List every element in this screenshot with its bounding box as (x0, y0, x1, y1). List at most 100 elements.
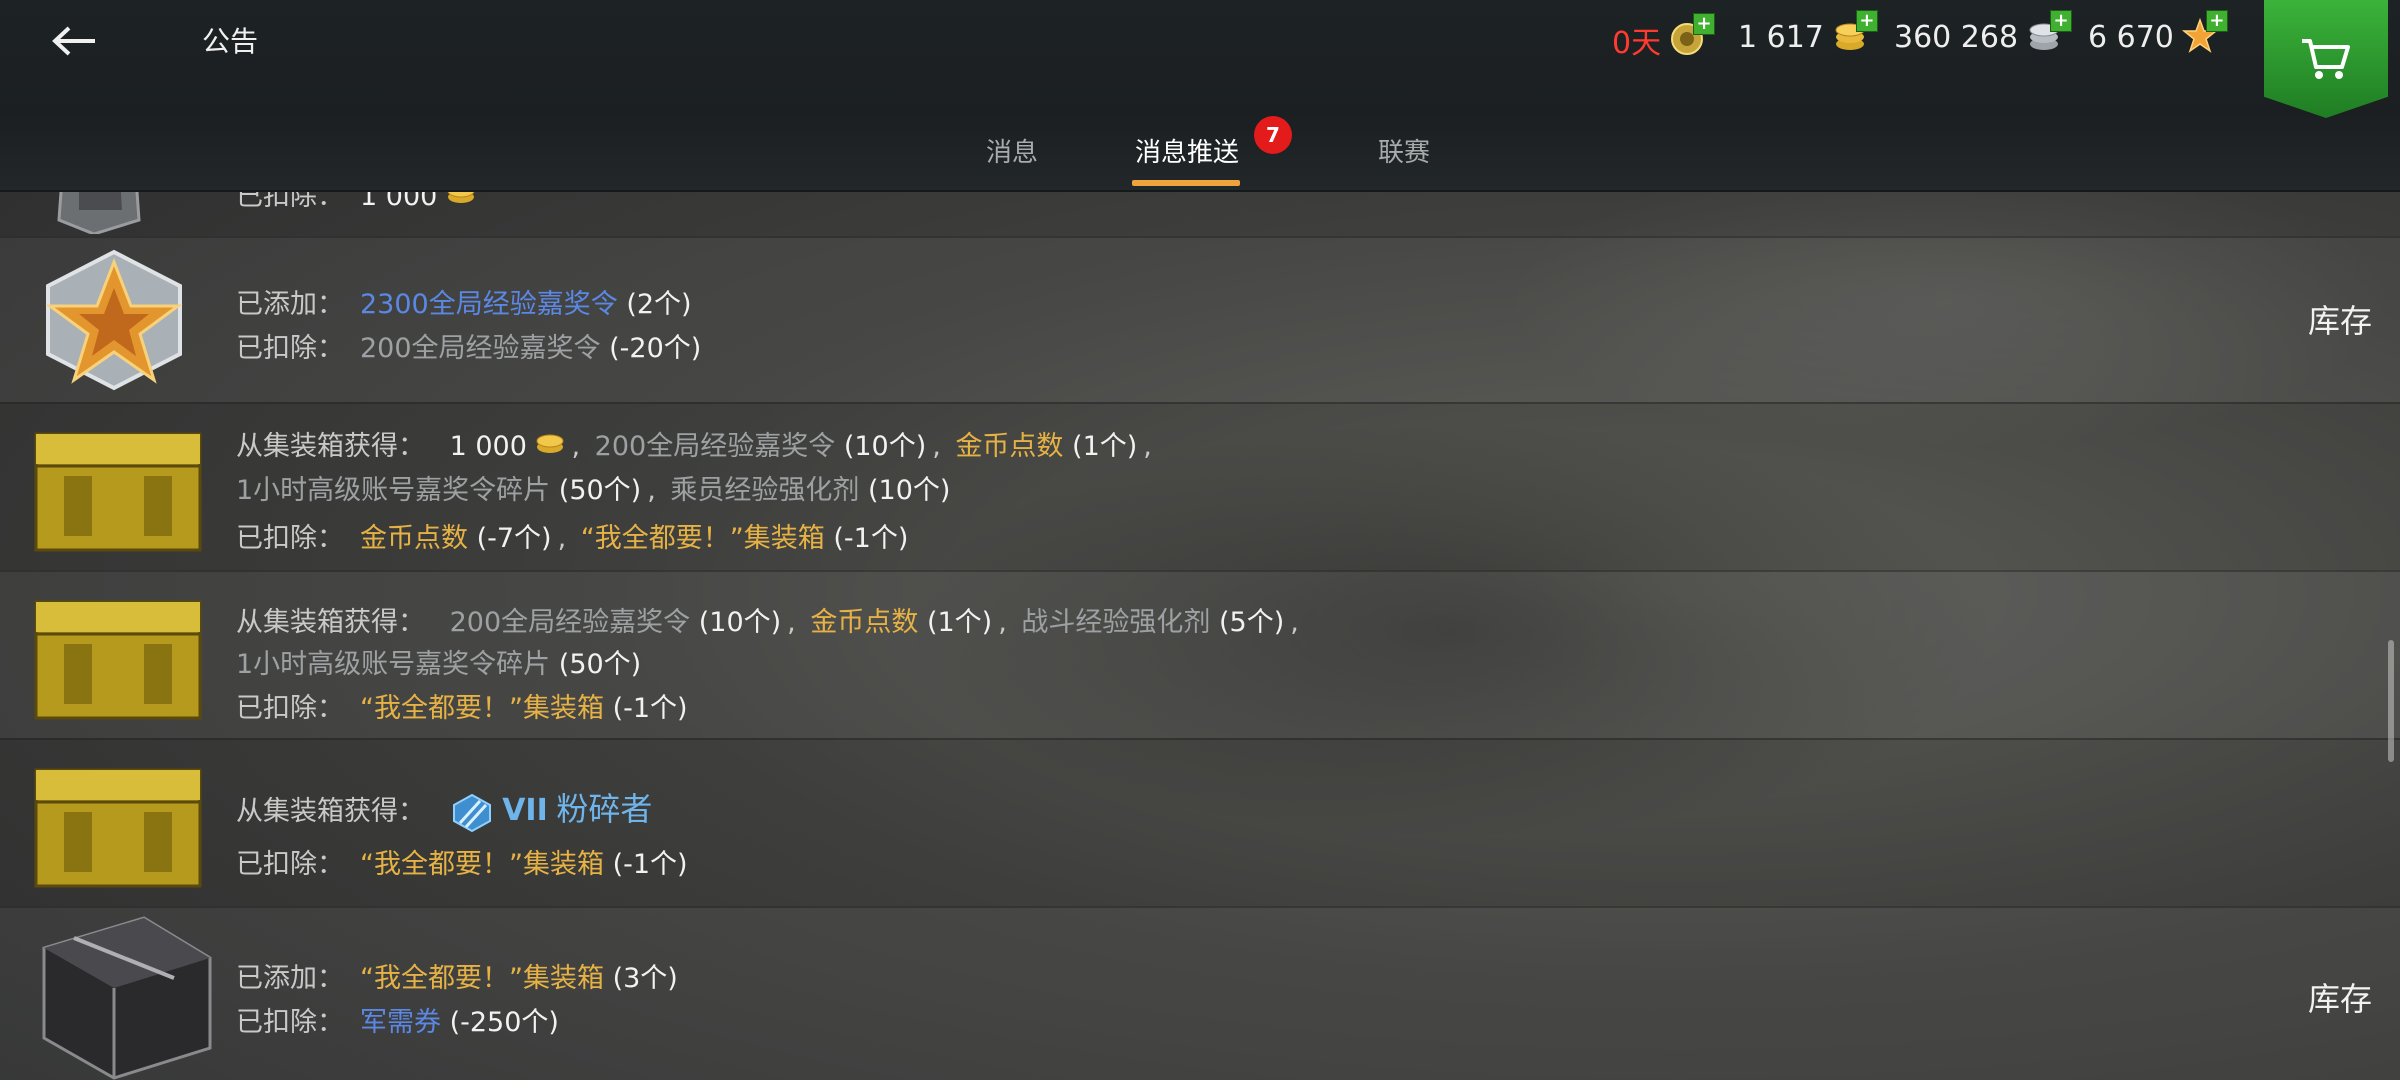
shop-button[interactable] (2264, 0, 2388, 118)
free-xp-value: 6 670 (2088, 19, 2174, 55)
deducted-item: 军需券 (360, 1007, 441, 1038)
scrollbar[interactable] (2388, 640, 2394, 762)
reward-qty: (5个) (1218, 607, 1285, 638)
deducted-qty: (-250个) (449, 1007, 559, 1038)
list-item[interactable]: 从集装箱获得： VII 粉碎者 已扣除： “我全都要！”集装箱 (-1个) (0, 738, 2400, 908)
credits-value: 360 268 (1894, 19, 2019, 55)
container-crate-icon (34, 432, 202, 552)
added-label: 已添加： (236, 963, 344, 994)
notification-badge: 7 (1254, 116, 1292, 154)
credits-balance[interactable]: 360 268 + (1894, 10, 2073, 56)
deducted-item: 金币点数 (360, 523, 468, 554)
added-item: “我全都要！”集装箱 (360, 963, 604, 994)
add-icon: + (2205, 10, 2228, 32)
add-icon: + (2050, 10, 2073, 32)
obtained-line-2: 1小时高级账号嘉奖令碎片 (50个) (236, 642, 641, 681)
cart-icon (2302, 39, 2350, 79)
top-bar: 公告 0天 + 1 617 + 360 268 + 6 670 + 消息 消息推… (0, 0, 2400, 192)
coins-value: 1 000 (449, 431, 527, 462)
coins-value: 1 000 (360, 190, 438, 212)
deducted-item: “我全都要！”集装箱 (360, 849, 604, 880)
reward-item: 200全局经验嘉奖令 (594, 431, 836, 462)
back-button[interactable] (40, 10, 110, 72)
deducted-qty: (-20个) (609, 333, 702, 364)
reward-item: 金币点数 (955, 431, 1064, 462)
obtained-line-1: 从集装箱获得： 1 000 , 200全局经验嘉奖令 (10个), 金币点数 (… (236, 431, 1152, 462)
medal-icon (57, 190, 141, 234)
reward-item: 1小时高级账号嘉奖令碎片 (236, 649, 551, 680)
deducted-line: 已扣除： 军需券 (-250个) (236, 1000, 559, 1039)
gold-coins-icon: + (1832, 10, 1878, 56)
reward-qty: (50个) (558, 475, 642, 506)
coin-icon (536, 434, 564, 453)
reward-qty: (10个) (868, 475, 951, 506)
deducted-item: “我全都要！”集装箱 (580, 523, 825, 554)
deducted-line: 已扣除： 金币点数 (-7个), “我全都要！”集装箱 (-1个) (236, 523, 909, 554)
inventory-button[interactable]: 库存 (2308, 974, 2372, 1020)
gold-value: 1 617 (1738, 19, 1824, 55)
free-xp-balance[interactable]: 6 670 + (2088, 10, 2228, 56)
vehicle-tier: VII (502, 793, 548, 828)
reward-item: 1小时高级账号嘉奖令碎片 (236, 475, 551, 506)
reward-qty: (10个) (843, 431, 927, 462)
premium-days[interactable]: 0天 + (1612, 13, 1716, 62)
added-line: 已添加： “我全都要！”集装箱 (3个) (236, 956, 678, 995)
add-icon: + (1855, 10, 1878, 32)
reward-item: 战斗经验强化剂 (1021, 607, 1211, 638)
coin-icon (447, 190, 475, 203)
deducted-line: 已扣除： “我全都要！”集装箱 (-1个) (236, 686, 688, 725)
list-item[interactable]: 从集装箱获得： 1 000 , 200全局经验嘉奖令 (10个), 金币点数 (… (0, 402, 2400, 572)
deducted-label: 已扣除： (236, 523, 344, 554)
deducted-label: 已扣除： (236, 849, 344, 880)
reward-qty: (1个) (926, 607, 993, 638)
star-medal-icon (45, 249, 183, 391)
premium-days-value: 0天 (1612, 26, 1662, 61)
gold-balance[interactable]: 1 617 + (1738, 10, 1878, 56)
obtained-label: 从集装箱获得： (236, 796, 425, 827)
silver-coins-icon: + (2026, 10, 2073, 56)
deducted-item: 200全局经验嘉奖令 (360, 333, 601, 364)
added-qty: (2个) (626, 289, 692, 320)
tab-league[interactable]: 联赛 (1378, 132, 1430, 169)
reward-item: 200全局经验嘉奖令 (449, 607, 691, 638)
tab-push-messages[interactable]: 消息推送 (1135, 132, 1239, 169)
deducted-label: 已扣除： (236, 693, 344, 724)
premium-icon: + (1669, 13, 1716, 59)
obtained-line-2: 1小时高级账号嘉奖令碎片 (50个), 乘员经验强化剂 (10个) (236, 475, 951, 506)
inventory-button[interactable]: 库存 (2308, 296, 2372, 342)
vehicle-name: 粉碎者 (556, 790, 653, 828)
deducted-label: 已扣除： (236, 333, 344, 364)
deducted-qty: (-1个) (612, 849, 688, 880)
list-item[interactable]: 已扣除： 1 000 (0, 190, 2400, 238)
list-item[interactable]: 从集装箱获得： 200全局经验嘉奖令 (10个), 金币点数 (1个), 战斗经… (0, 570, 2400, 740)
deducted-line: 已扣除： 1 000 (236, 190, 476, 213)
added-label: 已添加： (236, 289, 344, 320)
black-container-icon (42, 916, 212, 1080)
deducted-line: 已扣除： 200全局经验嘉奖令 (-20个) (236, 326, 701, 365)
deducted-label: 已扣除： (236, 190, 344, 212)
notification-list[interactable]: 已扣除： 1 000 已添加： 2300全局经验嘉奖令 (2个) 已扣除： 200全局… (0, 190, 2400, 1080)
tank-class-icon (452, 793, 491, 832)
obtained-line-1: 从集装箱获得： 200全局经验嘉奖令 (10个), 金币点数 (1个), 战斗经… (236, 607, 1299, 638)
reward-qty: (50个) (558, 649, 642, 680)
reward-item: 乘员经验强化剂 (670, 475, 860, 506)
list-item[interactable]: 已添加： 2300全局经验嘉奖令 (2个) 已扣除： 200全局经验嘉奖令 (-20… (0, 236, 2400, 404)
obtained-label: 从集装箱获得： (236, 607, 425, 638)
add-icon: + (1693, 13, 1716, 35)
added-qty: (3个) (612, 963, 678, 994)
added-item: 2300全局经验嘉奖令 (360, 289, 618, 320)
star-icon: + (2181, 10, 2228, 56)
deducted-line: 已扣除： “我全都要！”集装箱 (-1个) (236, 842, 688, 881)
active-tab-indicator (1132, 180, 1240, 186)
reward-qty: (10个) (698, 607, 782, 638)
tab-messages[interactable]: 消息 (986, 132, 1038, 169)
deducted-qty: (-1个) (612, 693, 688, 724)
reward-qty: (1个) (1072, 431, 1138, 462)
deducted-qty: (-7个) (476, 523, 552, 554)
container-crate-icon (34, 768, 202, 888)
page-title: 公告 (202, 25, 259, 58)
container-crate-icon (34, 600, 202, 720)
added-line: 已添加： 2300全局经验嘉奖令 (2个) (236, 282, 692, 321)
list-item[interactable]: 已添加： “我全都要！”集装箱 (3个) 已扣除： 军需券 (-250个) 库存 (0, 906, 2400, 1080)
deducted-label: 已扣除： (236, 1007, 344, 1038)
